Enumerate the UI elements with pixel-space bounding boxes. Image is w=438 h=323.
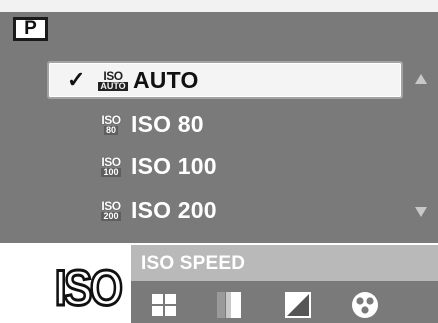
- scroll-up-arrow-icon[interactable]: [415, 74, 427, 84]
- header: P: [0, 0, 438, 41]
- menu-item-iso-100[interactable]: ISO 100 ISO 100: [47, 147, 403, 185]
- menu-item-iso-auto[interactable]: ✓ ISO AUTO AUTO: [47, 61, 403, 99]
- menu-title-bar: ISO SPEED: [131, 245, 438, 281]
- menu-title: ISO SPEED: [141, 253, 246, 274]
- color-dots-icon[interactable]: [351, 291, 379, 319]
- half-tone-icon[interactable]: [217, 292, 241, 318]
- scroll-down-arrow-icon[interactable]: [415, 207, 427, 217]
- menu-item-label: ISO 200: [131, 196, 217, 223]
- menu-item-iso-200[interactable]: ISO 200 ISO 200: [47, 191, 403, 229]
- iso-200-icon: ISO 200: [101, 198, 121, 221]
- iso-100-icon: ISO 100: [101, 154, 121, 177]
- menu-item-label: ISO 80: [131, 110, 204, 137]
- camera-menu-screen: P ✓ ISO AUTO AUTO ISO 80 ISO 80 ISO 100 …: [0, 0, 438, 323]
- checkmark-icon: ✓: [67, 67, 86, 92]
- menu-item-label: AUTO: [133, 66, 199, 93]
- grid-icon[interactable]: [152, 294, 176, 316]
- menu-item-iso-80[interactable]: ISO 80 ISO 80: [47, 105, 403, 143]
- iso-menu-icon: ISO: [45, 253, 131, 323]
- iso-auto-icon: ISO AUTO: [98, 68, 128, 91]
- diagonal-contrast-icon[interactable]: [285, 292, 311, 318]
- iso-80-icon: ISO 80: [101, 112, 121, 135]
- menu-item-label: ISO 100: [131, 152, 217, 179]
- header-band: [0, 12, 438, 41]
- shooting-mode-indicator: P: [13, 17, 48, 41]
